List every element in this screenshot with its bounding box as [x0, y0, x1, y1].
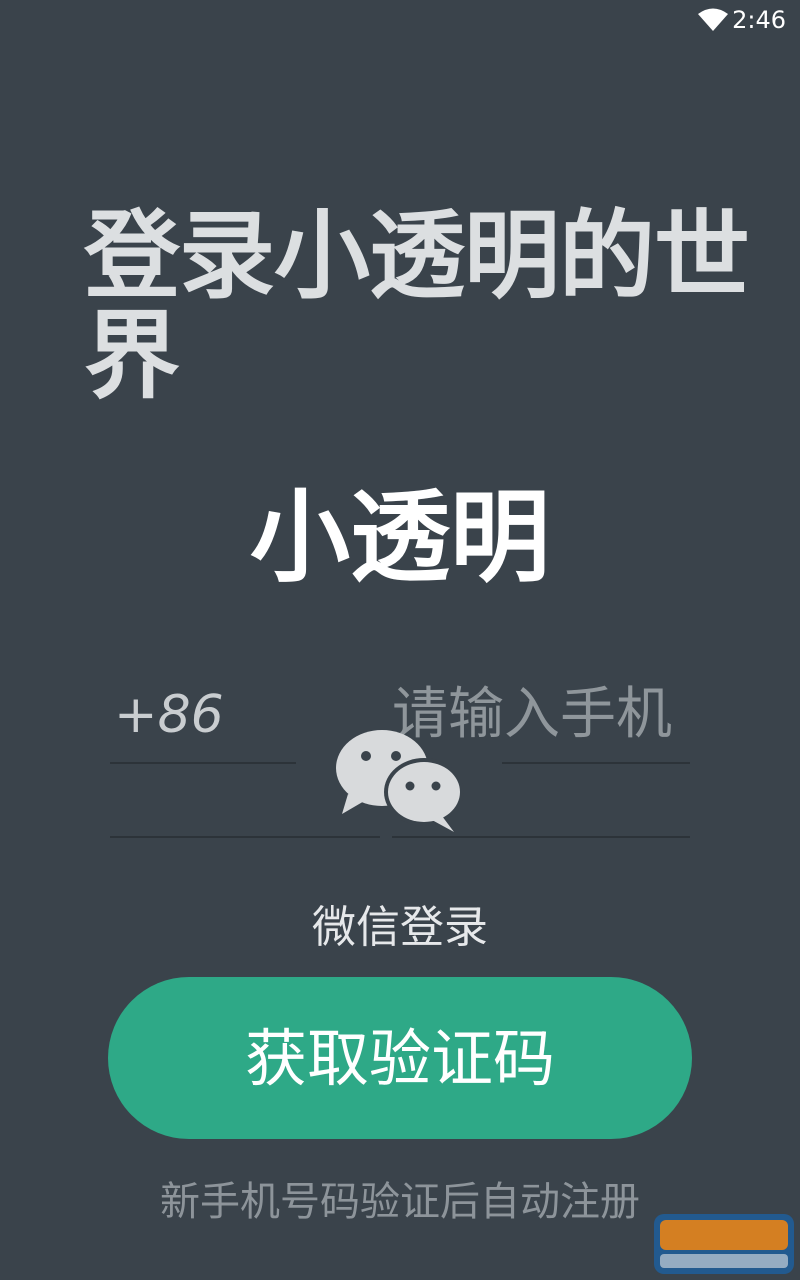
divider-right: [392, 836, 690, 838]
wifi-icon: [698, 8, 728, 31]
status-time: 2:46: [732, 6, 786, 34]
site-watermark-icon: [654, 1214, 794, 1274]
app-name: 小透明: [250, 479, 550, 596]
wechat-icon[interactable]: [334, 728, 466, 836]
login-screen: 2:46 登录小透明的世界 小透明 +86 微信登录 获取验证码 新手机号码验证…: [0, 0, 800, 1280]
country-code-underline: [110, 762, 296, 764]
get-verification-code-button[interactable]: 获取验证码: [108, 977, 692, 1139]
status-bar: 2:46: [0, 0, 800, 40]
country-code-selector[interactable]: +86: [114, 680, 224, 750]
wechat-login-label[interactable]: 微信登录: [0, 898, 800, 958]
divider-left: [110, 836, 380, 838]
page-headline: 登录小透明的世界: [84, 200, 750, 412]
phone-input-underline: [502, 762, 690, 764]
